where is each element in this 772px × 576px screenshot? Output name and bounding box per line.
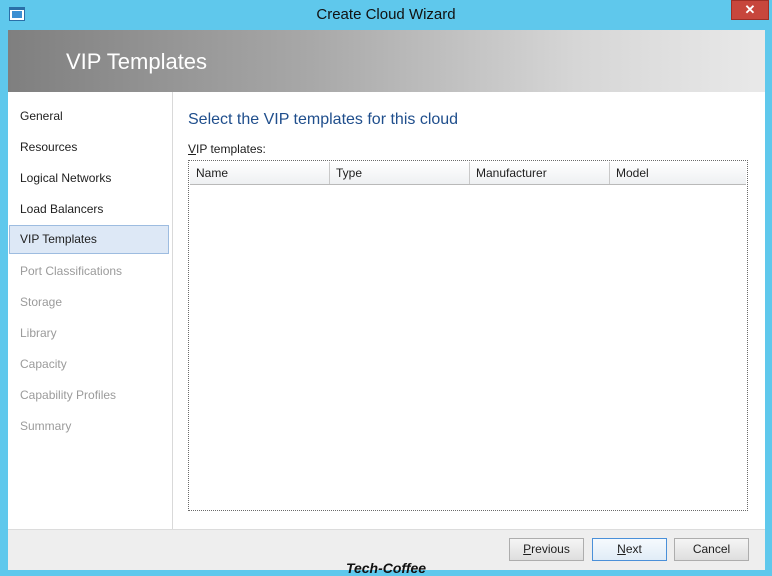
watermark-text: Tech-Coffee [345,560,427,576]
column-header-name[interactable]: Name [190,162,330,184]
sidebar-item-port-classifications: Port Classifications [20,264,123,278]
next-button[interactable]: Next [592,538,667,561]
vip-templates-label: VIP templates: [188,142,266,156]
column-header-model[interactable]: Model [610,162,746,184]
cancel-button[interactable]: Cancel [674,538,749,561]
sidebar-item-resources[interactable]: Resources [9,133,169,162]
close-button[interactable]: ✕ [731,0,769,20]
title-bar[interactable]: Create Cloud Wizard ✕ [0,0,772,30]
column-header-type[interactable]: Type [330,162,470,184]
window-title: Create Cloud Wizard [316,6,456,23]
previous-button[interactable]: Previous [509,538,584,561]
header-banner: VIP Templates [8,30,765,92]
previous-label: revious [531,542,570,556]
next-label: ext [625,542,642,556]
column-header-manufacturer[interactable]: Manufacturer [470,162,610,184]
sidebar-item-library: Library [20,326,57,340]
sidebar-item-storage: Storage [20,295,63,309]
wizard-window: Create Cloud Wizard ✕ VIP Templates Gene… [0,0,772,576]
label-accelerator: V [188,142,197,156]
sidebar-item-summary: Summary [20,419,72,433]
sidebar-item-load-balancers[interactable]: Load Balancers [9,195,169,224]
sidebar-item-vip-templates[interactable]: VIP Templates [9,225,169,254]
vip-templates-grid[interactable]: Name Type Manufacturer Model [188,160,748,511]
sidebar-item-logical-networks[interactable]: Logical Networks [9,164,169,193]
wizard-client: VIP Templates General Resources Logical … [8,30,765,570]
main-panel: Select the VIP templates for this cloud … [173,92,765,529]
page-title: VIP Templates [66,49,208,74]
label-text: IP templates: [196,142,266,156]
grid-header: Name Type Manufacturer Model [190,162,746,185]
sidebar-item-capability-profiles: Capability Profiles [20,388,117,402]
wizard-steps-sidebar: General Resources Logical Networks Load … [8,92,173,529]
sidebar-item-capacity: Capacity [20,357,67,371]
sidebar-item-general[interactable]: General [9,102,169,131]
next-accelerator: N [617,542,626,556]
page-heading: Select the VIP templates for this cloud [188,111,459,128]
previous-accelerator: P [523,542,532,556]
